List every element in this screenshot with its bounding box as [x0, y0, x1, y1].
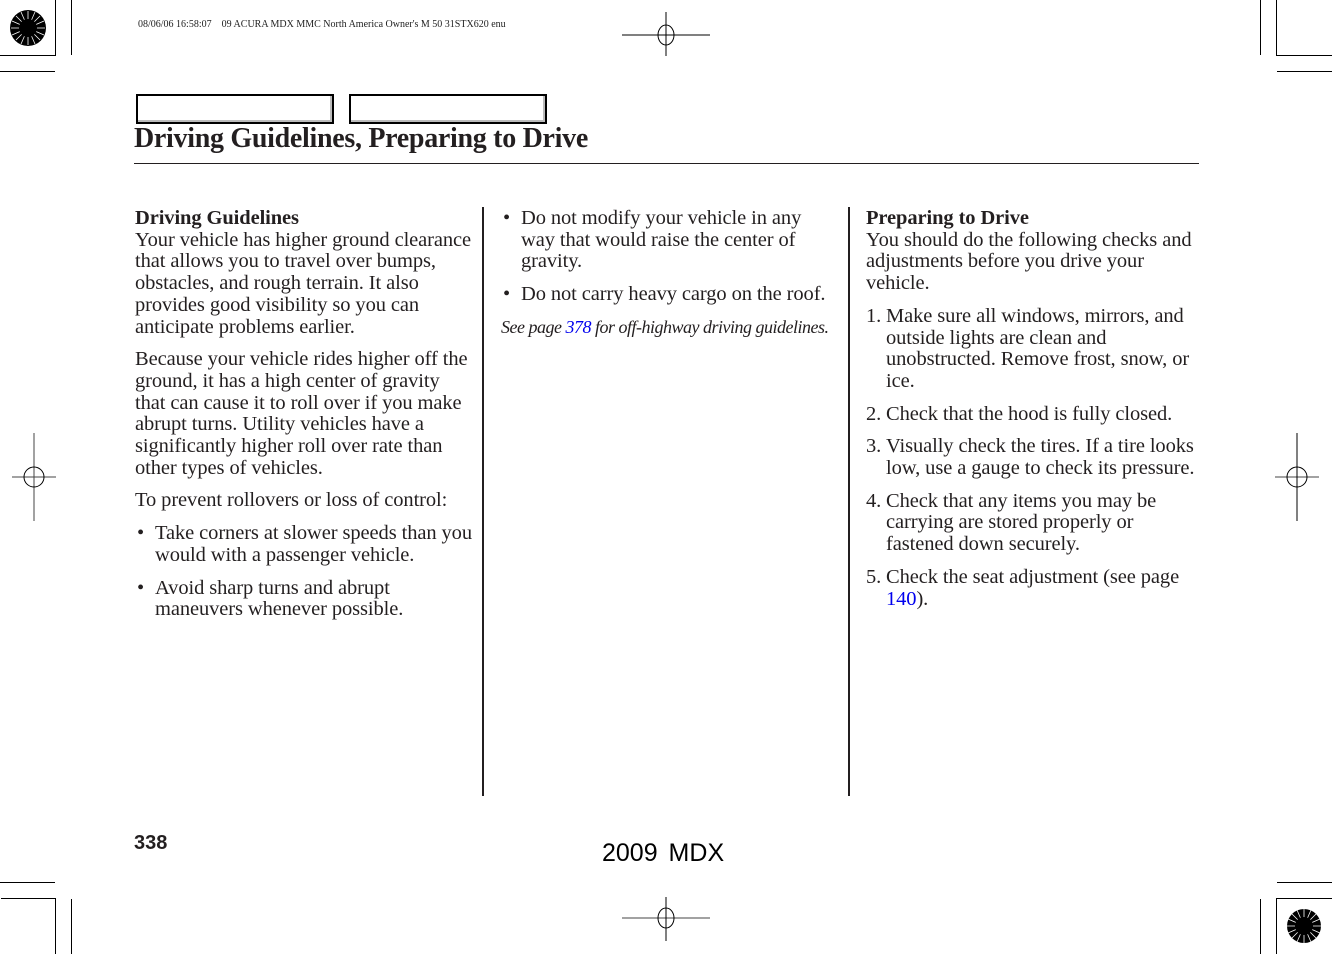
- bullet-icon: •: [137, 576, 145, 599]
- list-item-text: Do not carry heavy cargo on the roof.: [521, 283, 826, 306]
- title-rule: [134, 163, 1199, 164]
- numbered-step: 1. Make sure all windows, mirrors, and o…: [866, 304, 1201, 393]
- page-link-378[interactable]: 378: [565, 317, 591, 337]
- note-text: for off-highway driving guidelines.: [590, 316, 829, 337]
- section-tab-2[interactable]: [349, 94, 547, 124]
- numbered-step: 5. Check the seat adjustment (see page 1…: [866, 565, 1201, 610]
- numbered-step: 4. Check that any items you may be carry…: [866, 489, 1201, 556]
- step-text: Check that the hood is fully closed.: [886, 402, 1173, 425]
- section-tab-1[interactable]: [136, 94, 334, 124]
- section-heading: Driving Guidelines: [135, 207, 299, 229]
- bullet-icon: •: [503, 207, 511, 229]
- list-item-text: Take corners at slower speeds than you w…: [155, 522, 472, 566]
- bullet-icon: •: [137, 522, 145, 545]
- list-item-text: Do not modify your vehicle in any way th…: [521, 207, 802, 273]
- step-text-suffix: ).: [916, 587, 929, 610]
- list-item: • Take corners at slower speeds than you…: [135, 522, 475, 566]
- column-divider: [482, 207, 484, 796]
- crosshair-icon: [1275, 433, 1319, 521]
- column-divider: [848, 207, 850, 796]
- column-continued-guidelines: • Do not modify your vehicle in any way …: [501, 207, 836, 348]
- cross-reference-note: See page 378 for off-highway driving gui…: [501, 317, 836, 337]
- column-driving-guidelines: Driving Guidelines Your vehicle has high…: [135, 207, 475, 632]
- step-number: 1.: [866, 304, 882, 327]
- page-link-140[interactable]: 140: [886, 588, 917, 610]
- registration-target-icon: [10, 10, 46, 46]
- bullet-icon: •: [503, 283, 511, 306]
- step-number: 3.: [866, 435, 882, 458]
- paragraph: To prevent rollovers or loss of control:: [135, 489, 448, 512]
- crosshair-icon: [12, 433, 56, 521]
- crosshair-icon: [622, 897, 710, 941]
- registration-target-icon: [1287, 909, 1321, 943]
- step-number: 4.: [866, 489, 882, 512]
- list-item: • Do not modify your vehicle in any way …: [501, 207, 836, 273]
- paragraph: You should do the following checks and a…: [866, 228, 1192, 295]
- step-number: 2.: [866, 402, 882, 425]
- numbered-step: 3. Visually check the tires. If a tire l…: [866, 436, 1201, 479]
- page-title: Driving Guidelines, Preparing to Drive: [134, 123, 588, 154]
- step-text: Check that any items you may be carrying…: [886, 489, 1157, 556]
- paragraph: Your vehicle has higher ground clearance…: [135, 228, 472, 338]
- step-text: Make sure all windows, mirrors, and outs…: [886, 304, 1190, 392]
- model-label: 2009 MDX: [602, 839, 725, 867]
- step-text: Visually check the tires. If a tire look…: [886, 435, 1195, 480]
- column-preparing-to-drive: Preparing to Drive You should do the fol…: [866, 207, 1201, 621]
- step-text-prefix: Check the seat adjustment (see page: [886, 565, 1180, 588]
- step-number: 5.: [866, 565, 882, 588]
- page-number: 338: [134, 832, 168, 854]
- note-text: See page: [501, 316, 566, 337]
- list-item-text: Avoid sharp turns and abrupt maneuvers w…: [155, 576, 404, 621]
- step-text: Check the seat adjustment (see page 140)…: [886, 566, 1179, 610]
- print-info: 08/06/06 16:58:07 09 ACURA MDX MMC North…: [138, 19, 506, 30]
- list-item: • Avoid sharp turns and abrupt maneuvers…: [135, 576, 475, 621]
- list-item: • Do not carry heavy cargo on the roof.: [501, 283, 836, 306]
- paragraph: Because your vehicle rides higher off th…: [135, 348, 468, 479]
- crosshair-icon: [622, 12, 710, 56]
- numbered-step: 2. Check that the hood is fully closed.: [866, 402, 1201, 426]
- section-heading: Preparing to Drive: [866, 207, 1029, 229]
